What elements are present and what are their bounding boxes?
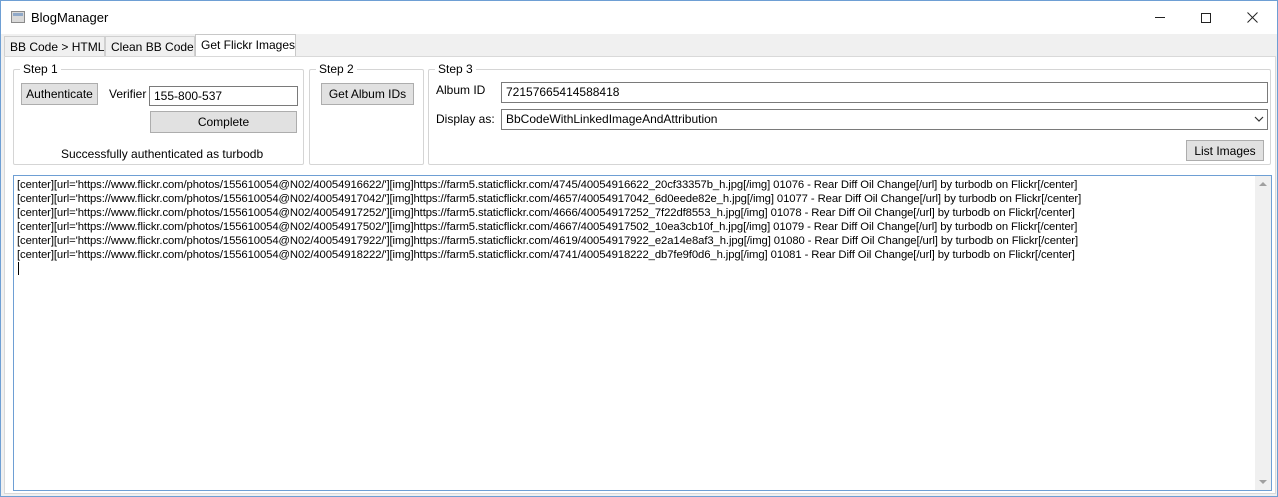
- scroll-up-button[interactable]: [1255, 176, 1271, 192]
- verifier-field[interactable]: 155-800-537: [149, 86, 298, 106]
- authenticate-button[interactable]: Authenticate: [21, 83, 98, 105]
- list-images-button[interactable]: List Images: [1186, 140, 1264, 161]
- vertical-scrollbar[interactable]: [1255, 176, 1271, 490]
- maximize-button[interactable]: [1183, 1, 1229, 34]
- album-id-field[interactable]: 72157665414588418: [501, 82, 1268, 103]
- display-as-combobox[interactable]: BbCodeWithLinkedImageAndAttribution: [501, 109, 1268, 130]
- maximize-icon: [1201, 12, 1211, 23]
- display-as-value: BbCodeWithLinkedImageAndAttribution: [506, 112, 718, 126]
- text-caret: [18, 262, 19, 275]
- step2-label: Step 2: [316, 62, 357, 76]
- tab-clean-bb-code[interactable]: Clean BB Code: [105, 36, 195, 57]
- tab-strip: BB Code > HTML Clean BB Code Get Flickr …: [1, 34, 1277, 57]
- tab-bb-code-html[interactable]: BB Code > HTML: [4, 36, 105, 57]
- app-window: BlogManager BB Code > HTML Clean BB Code…: [0, 0, 1278, 497]
- output-textarea[interactable]: [center][url='https://www.flickr.com/pho…: [13, 175, 1272, 491]
- scroll-down-button[interactable]: [1255, 474, 1271, 490]
- minimize-button[interactable]: [1137, 1, 1183, 34]
- close-icon: [1246, 12, 1258, 23]
- output-line: [center][url='https://www.flickr.com/pho…: [17, 221, 1078, 233]
- output-line: [center][url='https://www.flickr.com/pho…: [17, 193, 1082, 205]
- step3-label: Step 3: [435, 62, 476, 76]
- close-button[interactable]: [1229, 1, 1275, 34]
- album-id-label: Album ID: [436, 83, 486, 97]
- output-line: [center][url='https://www.flickr.com/pho…: [17, 249, 1075, 261]
- title-bar[interactable]: BlogManager: [1, 1, 1277, 34]
- output-line: [center][url='https://www.flickr.com/pho…: [17, 235, 1078, 247]
- step3-group: Step 3 Album ID 72157665414588418 Displa…: [428, 62, 1271, 165]
- tab-page-get-flickr-images: Step 1 Authenticate Verifier 155-800-537…: [4, 56, 1276, 494]
- chevron-down-icon: [1254, 116, 1264, 122]
- minimize-icon: [1155, 17, 1165, 18]
- window-title: BlogManager: [31, 10, 109, 25]
- scroll-down-icon: [1259, 480, 1267, 484]
- display-as-label: Display as:: [436, 112, 495, 126]
- output-line: [center][url='https://www.flickr.com/pho…: [17, 179, 1078, 191]
- get-album-ids-button[interactable]: Get Album IDs: [321, 83, 414, 105]
- auth-status-text: Successfully authenticated as turbodb: [61, 147, 264, 161]
- step1-group: Step 1 Authenticate Verifier 155-800-537…: [13, 62, 304, 165]
- output-lines: [center][url='https://www.flickr.com/pho…: [17, 178, 1253, 275]
- tab-get-flickr-images[interactable]: Get Flickr Images: [195, 34, 296, 57]
- complete-button[interactable]: Complete: [150, 111, 297, 133]
- scroll-up-icon: [1259, 182, 1267, 186]
- verifier-label: Verifier: [109, 87, 147, 101]
- output-line: [center][url='https://www.flickr.com/pho…: [17, 207, 1075, 219]
- app-icon: [11, 11, 25, 23]
- step1-label: Step 1: [20, 62, 61, 76]
- step2-group: Step 2 Get Album IDs: [309, 62, 424, 165]
